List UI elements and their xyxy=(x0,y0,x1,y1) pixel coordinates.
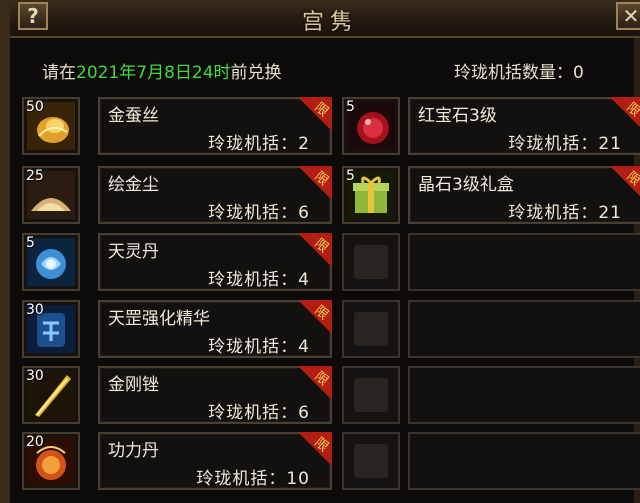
item-panel-gold-dust[interactable]: 绘金尘 玲珑机括：6 限 xyxy=(98,166,332,224)
item-price: 玲珑机括：6 xyxy=(208,203,310,223)
empty-item-slot xyxy=(342,300,400,358)
item-slot-spirit-pill[interactable]: 5 xyxy=(22,233,80,291)
deadline-prefix: 请在 xyxy=(42,63,76,83)
limited-badge: 限 xyxy=(298,97,332,131)
item-quantity: 5 xyxy=(346,168,355,184)
close-button[interactable]: ✕ xyxy=(616,2,640,30)
item-panel-spirit-pill[interactable]: 天灵丹 玲珑机括：4 限 xyxy=(98,233,332,291)
item-price: 玲珑机括：4 xyxy=(208,337,310,357)
item-slot-essence[interactable]: 30 xyxy=(22,300,80,358)
limited-badge: 限 xyxy=(298,233,332,267)
item-slot-power-pill[interactable]: 20 xyxy=(22,432,80,490)
limited-badge: 限 xyxy=(298,300,332,334)
item-name: 功力丹 xyxy=(108,441,159,461)
item-quantity: 25 xyxy=(26,168,44,184)
item-slot-gift-box[interactable]: 5 xyxy=(342,166,400,224)
empty-item-panel xyxy=(408,300,640,358)
item-price: 玲珑机括：6 xyxy=(208,403,310,423)
item-panel-file-tool[interactable]: 金刚锉 玲珑机括：6 限 xyxy=(98,366,332,424)
limited-badge: 限 xyxy=(298,432,332,466)
item-quantity: 30 xyxy=(26,302,44,318)
item-panel-gold-silk[interactable]: 金蚕丝 玲珑机括：2 限 xyxy=(98,97,332,155)
item-name: 金刚锉 xyxy=(108,375,159,395)
empty-item-panel xyxy=(408,233,640,291)
limited-badge: 限 xyxy=(298,366,332,400)
deadline-suffix: 前兑换 xyxy=(230,63,282,83)
item-name: 绘金尘 xyxy=(108,175,159,195)
item-quantity: 50 xyxy=(26,99,44,115)
deadline-date: 2021年7月8日24时 xyxy=(76,63,231,83)
item-quantity: 5 xyxy=(26,235,35,251)
limited-badge: 限 xyxy=(610,166,640,200)
shop-window: ? 宫隽 ✕ 请在2021年7月8日24时前兑换 玲珑机括数量：0 50 金蚕丝… xyxy=(0,0,640,503)
item-quantity: 5 xyxy=(346,99,355,115)
item-name: 天灵丹 xyxy=(108,242,159,262)
item-panel-essence[interactable]: 天罡强化精华 玲珑机括：4 限 xyxy=(98,300,332,358)
item-name: 金蚕丝 xyxy=(108,106,159,126)
item-price: 玲珑机括：21 xyxy=(508,203,622,223)
item-slot-gold-dust[interactable]: 25 xyxy=(22,166,80,224)
item-quantity: 30 xyxy=(26,368,44,384)
item-quantity: 20 xyxy=(26,434,44,450)
item-price: 玲珑机括：10 xyxy=(196,469,310,489)
title-bar: ? 宫隽 ✕ xyxy=(10,0,640,38)
token-count: 玲珑机括数量：0 xyxy=(454,63,584,83)
item-panel-power-pill[interactable]: 功力丹 玲珑机括：10 限 xyxy=(98,432,332,490)
item-panel-gift-box[interactable]: 晶石3级礼盒 玲珑机括：21 限 xyxy=(408,166,640,224)
window-title: 宫隽 xyxy=(301,10,358,35)
empty-item-slot xyxy=(342,432,400,490)
item-name: 天罡强化精华 xyxy=(108,309,210,329)
item-panel-ruby[interactable]: 红宝石3级 玲珑机括：21 限 xyxy=(408,97,640,155)
empty-item-panel xyxy=(408,366,640,424)
item-price: 玲珑机括：21 xyxy=(508,134,622,154)
exchange-deadline: 请在2021年7月8日24时前兑换 xyxy=(42,58,282,83)
item-slot-gold-silk[interactable]: 50 xyxy=(22,97,80,155)
item-price: 玲珑机括：2 xyxy=(208,134,310,154)
item-price: 玲珑机括：4 xyxy=(208,270,310,290)
item-slot-file-tool[interactable]: 30 xyxy=(22,366,80,424)
empty-item-slot xyxy=(342,233,400,291)
limited-badge: 限 xyxy=(610,97,640,131)
limited-badge: 限 xyxy=(298,166,332,200)
empty-item-slot xyxy=(342,366,400,424)
item-slot-ruby[interactable]: 5 xyxy=(342,97,400,155)
empty-item-panel xyxy=(408,432,640,490)
item-name: 晶石3级礼盒 xyxy=(418,175,514,195)
item-name: 红宝石3级 xyxy=(418,106,497,126)
